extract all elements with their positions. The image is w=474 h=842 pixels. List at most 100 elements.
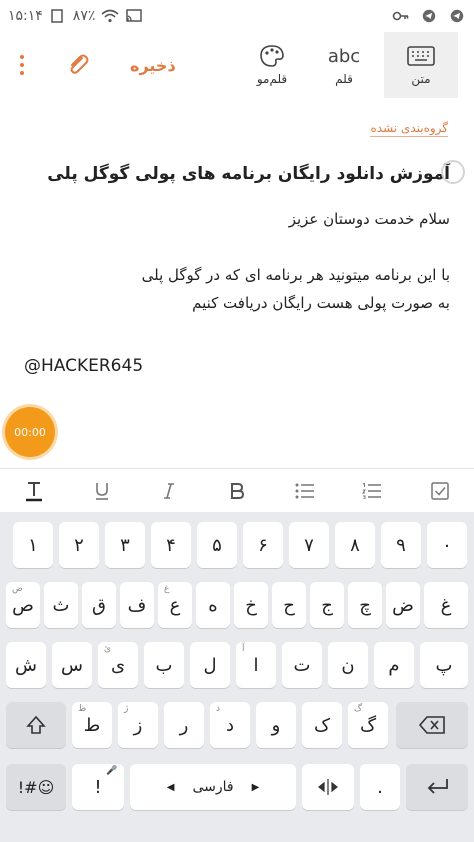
key-icon (392, 11, 409, 21)
sim-icon (51, 9, 63, 23)
battery-percent: ۸۷٪ (72, 8, 96, 24)
cursor-indicator (441, 160, 465, 184)
more-options-button[interactable] (8, 43, 36, 87)
key[interactable]: ش (6, 642, 46, 688)
key-label: ص (12, 594, 34, 616)
bold-icon[interactable] (217, 473, 257, 509)
underline-icon[interactable] (82, 473, 122, 509)
key-label: ع (169, 594, 181, 616)
key-label: ط (83, 714, 101, 736)
space-key[interactable]: ◀ فارسی ▶ (130, 764, 296, 810)
key-hint: ض (12, 584, 23, 594)
category-label[interactable]: گروه‌بندی نشده (370, 121, 448, 137)
bullet-list-icon[interactable] (285, 473, 325, 509)
key[interactable]: ۳ (105, 522, 145, 568)
key[interactable]: ۷ (289, 522, 329, 568)
key[interactable]: ۱ (13, 522, 53, 568)
tab-brush[interactable]: قلم‌مو (240, 32, 304, 98)
key[interactable]: ن (328, 642, 368, 688)
punctuation-key[interactable]: 🎤 ! (72, 764, 124, 810)
note-body[interactable]: سلام خدمت دوستان عزیز با این برنامه میتو… (20, 205, 450, 317)
key[interactable]: ض (386, 582, 420, 628)
shift-key[interactable] (6, 702, 66, 748)
key[interactable]: ۹ (381, 522, 421, 568)
key[interactable]: خ (234, 582, 268, 628)
key[interactable]: ذد (210, 702, 250, 748)
key[interactable]: ث (44, 582, 78, 628)
key-hint: ظ (78, 704, 87, 714)
key[interactable]: ۸ (335, 522, 375, 568)
toolbar-actions: ذخیره (8, 43, 186, 87)
numbered-list-icon[interactable] (352, 473, 392, 509)
key[interactable]: ب (144, 642, 184, 688)
checkbox-icon[interactable] (420, 473, 460, 509)
key[interactable]: غ (424, 582, 468, 628)
cast-icon (126, 9, 143, 22)
note-toolbar: ذخیره قلم‌مو abc قلم متن (0, 32, 474, 98)
key[interactable]: پ (420, 642, 468, 688)
paperclip-icon (70, 54, 89, 74)
key[interactable]: چ (348, 582, 382, 628)
palette-icon (259, 44, 285, 68)
symbols-key[interactable]: !#☺ (6, 764, 66, 810)
key[interactable]: ق (82, 582, 116, 628)
attach-button[interactable] (60, 47, 96, 83)
cursor-key[interactable] (302, 764, 354, 810)
key[interactable]: آا (236, 642, 276, 688)
text-style-icon[interactable] (14, 473, 54, 509)
language-right-arrow: ▶ (251, 781, 260, 793)
note-title[interactable]: آموزش دانلود رایگان برنامه های پولی گوگل… (20, 160, 450, 188)
key[interactable]: س (52, 642, 92, 688)
body-line: با این برنامه میتونید هر برنامه ای که در… (141, 266, 450, 284)
backspace-key[interactable] (396, 702, 468, 748)
key[interactable]: ۲ (59, 522, 99, 568)
more-vert-icon (20, 55, 24, 75)
wifi-icon (101, 9, 119, 23)
key[interactable]: ئی (98, 642, 138, 688)
tab-brush-label: قلم‌مو (256, 72, 288, 86)
status-bar: ۱۵:۱۴ ۸۷٪ (0, 0, 474, 32)
key[interactable]: ۵ (197, 522, 237, 568)
key[interactable]: گگ (348, 702, 388, 748)
save-button[interactable]: ذخیره (120, 50, 186, 81)
key[interactable]: ح (272, 582, 306, 628)
key[interactable]: ف (120, 582, 154, 628)
language-left-arrow: ◀ (166, 781, 175, 793)
status-time: ۱۵:۱۴ (8, 8, 43, 24)
key-label: گ (359, 714, 377, 736)
key[interactable]: ل (190, 642, 230, 688)
italic-icon[interactable] (149, 473, 189, 509)
key-label: ! (94, 776, 102, 798)
key[interactable]: غع (158, 582, 192, 628)
key[interactable]: ک (302, 702, 342, 748)
tab-pen-glyph: abc (327, 45, 361, 67)
enter-key[interactable] (406, 764, 468, 810)
key-hint: غ (164, 584, 170, 594)
key-label: ی (110, 654, 126, 676)
key[interactable]: ه (196, 582, 230, 628)
key[interactable]: ژز (118, 702, 158, 748)
body-line (20, 233, 450, 261)
key[interactable]: ظط (72, 702, 112, 748)
mic-icon: 🎤 (106, 766, 118, 776)
format-toolbar (0, 468, 474, 513)
key[interactable]: م (374, 642, 414, 688)
key[interactable]: ۶ (243, 522, 283, 568)
keyboard-icon (407, 44, 435, 68)
key[interactable]: ۴ (151, 522, 191, 568)
key[interactable]: ضص (6, 582, 40, 628)
voice-recorder-button[interactable]: 00:00 (5, 407, 55, 457)
key[interactable]: ر (164, 702, 204, 748)
period-key[interactable]: . (360, 764, 400, 810)
tab-text[interactable]: متن (384, 32, 458, 98)
body-line: به صورت پولی هست رایگان دریافت کنیم (192, 294, 450, 312)
space-language-label: فارسی (192, 779, 234, 795)
key[interactable]: ج (310, 582, 344, 628)
key[interactable]: ۰ (427, 522, 467, 568)
tab-text-label: متن (411, 72, 431, 86)
key[interactable]: و (256, 702, 296, 748)
tab-pen[interactable]: abc قلم (312, 32, 376, 98)
key[interactable]: ت (282, 642, 322, 688)
telegram-icon (422, 9, 436, 23)
telegram-icon-2 (450, 9, 464, 23)
